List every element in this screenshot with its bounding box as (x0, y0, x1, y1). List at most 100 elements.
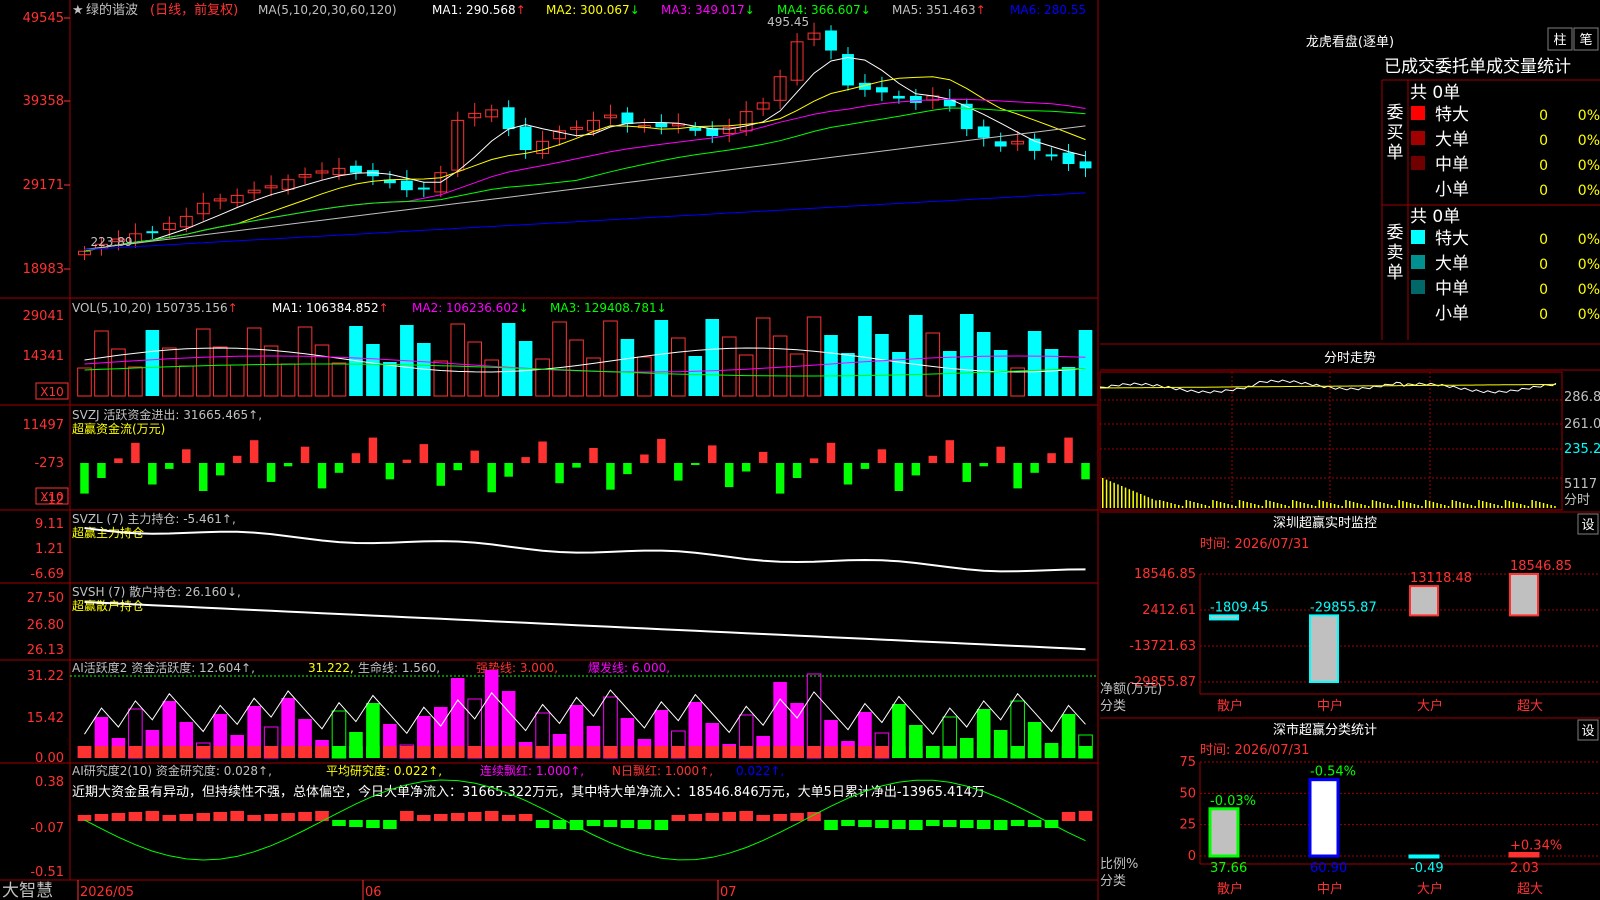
fenshi-volume-bar (1166, 502, 1169, 508)
fenshi-volume-bar (1402, 501, 1404, 508)
ai-research-bar (993, 820, 1008, 830)
candle-body (1079, 161, 1092, 169)
class-change-label: -0.03% (1210, 794, 1256, 809)
ai-active-base (773, 746, 787, 758)
order-row-name: 特大 (1435, 229, 1469, 249)
fenshi-volume-bar (1531, 500, 1533, 508)
ai-active-base (535, 746, 550, 758)
candle-body (943, 99, 956, 107)
ai-research-bar (976, 820, 991, 829)
ai-active-base (467, 746, 482, 758)
svzj-bar (996, 446, 1005, 463)
svzj-bar (97, 463, 106, 478)
ai-active-base (383, 746, 397, 758)
fenshi-volume-bar (1284, 505, 1286, 508)
ai-research-bar (807, 812, 821, 821)
class-category-label: 中户 (1317, 881, 1343, 897)
monitor-bar (1509, 573, 1539, 617)
volume-bar (1061, 367, 1076, 396)
fenshi-volume-bar (1132, 490, 1134, 508)
price-tick-label: 49545 (23, 11, 64, 26)
svzj-bar (521, 457, 530, 463)
order-row-name: 特大 (1435, 105, 1469, 125)
ai-research-bar (196, 813, 211, 821)
candle-body (994, 141, 1007, 147)
ai-research-bar (705, 813, 720, 821)
class-tick-label: 50 (1179, 786, 1196, 801)
ai-research-title: AI研究度2(10) 资金研究度: 0.028↑, (72, 763, 272, 778)
btn-bi[interactable]: 笔 (1579, 32, 1592, 48)
svzj-bar (674, 463, 683, 481)
btn-zhu[interactable]: 柱 (1553, 33, 1566, 48)
monitor-bar (1309, 614, 1339, 683)
monitor-category-label: 中户 (1317, 698, 1343, 714)
svzj-bar (724, 463, 734, 488)
fenshi-volume-bar (1356, 503, 1359, 508)
svzj-bar (657, 438, 666, 463)
fenshi-volume-bar (1151, 498, 1153, 508)
svzj-bar (334, 463, 344, 473)
ai-research-bar (332, 820, 346, 826)
monitor-value-label: -29855.87 (1310, 600, 1377, 615)
svzj-bar (792, 463, 802, 478)
order-row-count: 0 (1539, 108, 1548, 124)
volume-bar (1078, 330, 1093, 396)
price-tick-label: 18983 (23, 262, 64, 277)
candle-body (706, 128, 719, 137)
svzj-bar (826, 442, 836, 463)
fenshi-volume-bar (1523, 505, 1526, 508)
fenshi-volume-bar (1512, 502, 1514, 508)
order-stats-tab[interactable]: 已成交委托单成交量统计 (1384, 57, 1571, 77)
ma-legend-3: MA3: 349.017↓ (661, 3, 755, 17)
ma-legend-2: MA2: 300.067↓ (546, 3, 640, 17)
volume-bar (552, 321, 567, 397)
vol-ma-legend-3: MA3: 129408.781↓ (550, 301, 667, 315)
fenshi-volume-bar (1276, 503, 1279, 508)
ai-research-comment: 近期大资金虽有异动，但持续性不强，总体偏空，今日大单净流入：31665.322万… (72, 784, 985, 800)
volume-bar (366, 344, 380, 396)
ai-research-bar (552, 820, 567, 829)
fenshi-volume-bar (1174, 504, 1176, 508)
svzj-bar (555, 463, 564, 484)
candle-body (1028, 138, 1041, 151)
order-row-name: 小单 (1435, 180, 1469, 200)
ai-active-base (620, 746, 635, 758)
fenshi-volume-bar (1185, 500, 1188, 508)
fenshi-volume-bar (1250, 503, 1252, 508)
volume-bar (976, 332, 991, 396)
order-row-pct: 0% (1578, 133, 1600, 149)
svzl-line (84, 527, 1086, 573)
monitor-settings-btn[interactable]: 设 (1581, 518, 1594, 533)
ai-research-bar (518, 814, 533, 821)
svzj-bar (860, 463, 870, 469)
fenshi-volume-bar (1409, 503, 1412, 508)
chart-canvas[interactable]: ★ 绿的谐波 (日线，前复权) MA(5,10,20,30,60,120) MA1: 2… (0, 0, 1600, 900)
fenshi-volume-bar (1124, 487, 1127, 508)
svsh-tick-label: 26.80 (27, 618, 64, 633)
monitor-tick-label: 2412.61 (1142, 603, 1196, 618)
ai-active-base (417, 746, 431, 758)
ai-active-base (603, 746, 618, 758)
fenshi-unit: 分时 (1564, 493, 1590, 508)
monitor-value-label: 18546.85 (1510, 559, 1572, 574)
class-settings-btn[interactable]: 设 (1581, 724, 1594, 739)
class-tick-label: 0 (1188, 849, 1196, 864)
ai-research-bar (739, 811, 753, 821)
fenshi-volume-bar (1189, 501, 1191, 508)
ai-research-bar (688, 814, 703, 821)
ai-research-bar (637, 820, 652, 829)
fenshi-volume-bar (1432, 502, 1435, 508)
ai-research-bar (315, 811, 329, 821)
ai-research-bar (128, 812, 143, 821)
ai-active-base (213, 746, 228, 758)
fenshi-volume-bar (1535, 501, 1537, 508)
ai-active-tick-label: 15.42 (27, 711, 64, 726)
ai-active-tick-label: 31.22 (27, 669, 64, 684)
svzj-bar (843, 463, 853, 485)
volume-bar (755, 317, 771, 397)
volume-bar (993, 350, 1008, 396)
ai-active-base (145, 746, 160, 758)
ma-line-2 (84, 76, 1086, 252)
svzj-bar (351, 453, 361, 463)
ai-active-base (128, 746, 143, 758)
